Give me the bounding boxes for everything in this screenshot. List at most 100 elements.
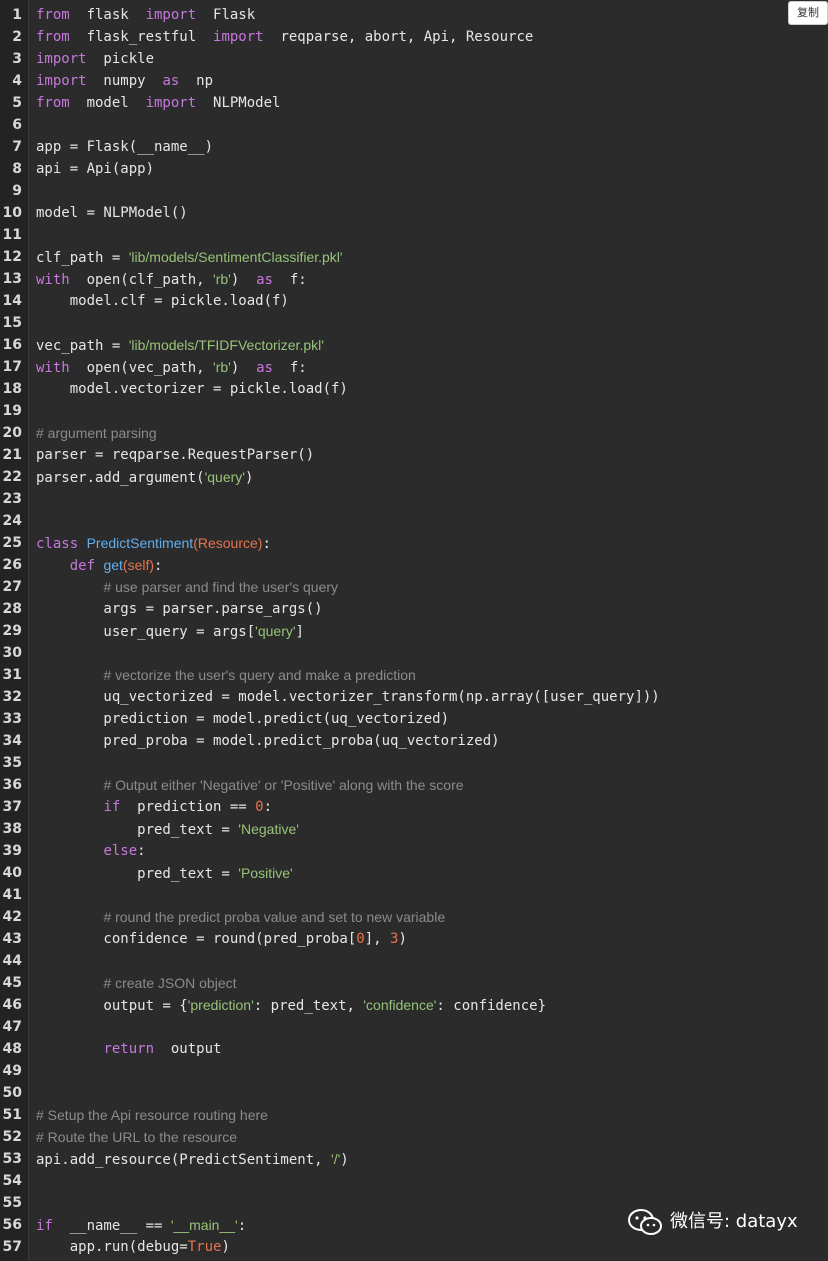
code-token: ): [230, 272, 257, 288]
code-token: 'prediction': [187, 997, 254, 1013]
line-number: 29: [2, 623, 22, 639]
code-token: '/': [331, 1151, 341, 1167]
code-line: 35: [0, 752, 828, 774]
code-token: # use parser and find the user's query: [103, 579, 339, 595]
code-line: 51 # Setup the Api resource routing here: [0, 1104, 828, 1126]
line-number: 52: [2, 1129, 22, 1145]
code-line: 2 from flask_restful import reqparse, abo…: [0, 26, 828, 48]
code-text: parser = reqparse.RequestParser(): [36, 444, 314, 466]
code-text: def get(self):: [36, 554, 163, 577]
code-text: pred_text = 'Negative': [36, 818, 299, 841]
line-number: 4: [12, 73, 22, 89]
line-number: 44: [2, 953, 22, 969]
code-token: PredictSentiment: [86, 535, 194, 551]
code-token: import: [213, 29, 264, 45]
line-number: 54: [2, 1173, 22, 1189]
line-number: 50: [2, 1085, 22, 1101]
code-token: def: [69, 558, 104, 574]
code-token: 'lib/models/TFIDFVectorizer.pkl': [128, 337, 324, 353]
line-number: 11: [2, 227, 22, 243]
line-number: 37: [2, 799, 22, 815]
code-line: 42 # round the predict proba value and s…: [0, 906, 828, 928]
code-token: ]: [295, 624, 304, 640]
code-line: 22 parser.add_argument('query'): [0, 466, 828, 488]
code-token: # vectorize the user's query and make a …: [103, 667, 416, 683]
code-text: model.vectorizer = pickle.load(f): [36, 378, 348, 400]
code-token: api.add_resource(PredictSentiment,: [36, 1152, 332, 1168]
line-number: 8: [12, 161, 22, 177]
code-text: app.run(debug=True): [36, 1236, 230, 1258]
code-token: # argument parsing: [36, 425, 157, 441]
code-token: with: [36, 360, 70, 376]
code-text: return output: [36, 1038, 221, 1060]
code-line: 28 args = parser.parse_args(): [0, 598, 828, 620]
line-number: 27: [2, 579, 22, 595]
code-line: 49: [0, 1060, 828, 1082]
line-number: 42: [2, 909, 22, 925]
code-line: 44: [0, 950, 828, 972]
line-number: 10: [2, 205, 22, 221]
line-number: 31: [2, 667, 22, 683]
watermark-text: 微信号: datayx: [670, 1211, 798, 1232]
code-text: parser.add_argument('query'): [36, 466, 253, 489]
code-line: 47: [0, 1016, 828, 1038]
code-line: 29 user_query = args['query']: [0, 620, 828, 642]
line-number: 56: [2, 1217, 22, 1233]
code-token: args = parser.parse_args(): [36, 601, 323, 617]
code-token: as: [256, 360, 273, 376]
code-text: output = {'prediction': pred_text, 'conf…: [36, 994, 546, 1017]
code-token: ],: [364, 931, 391, 947]
code-token: (self): [122, 557, 155, 573]
code-token: prediction ==: [120, 799, 256, 815]
code-token: f:: [272, 272, 307, 288]
watermark: 微信号: datayx: [626, 1208, 816, 1238]
code-line: 31 # vectorize the user's query and make…: [0, 664, 828, 686]
code-text: # Route the URL to the resource: [36, 1126, 237, 1149]
code-token: confidence = round(pred_proba[: [36, 931, 357, 947]
line-number: 46: [2, 997, 22, 1013]
code-token: NLPModel: [196, 95, 281, 111]
line-number: 55: [2, 1195, 22, 1211]
code-token: (Resource): [193, 535, 263, 551]
line-number: 38: [2, 821, 22, 837]
code-token: 'query': [204, 469, 245, 485]
line-number: 21: [2, 447, 22, 463]
code-text: # vectorize the user's query and make a …: [36, 664, 416, 687]
code-line: 41: [0, 884, 828, 906]
code-token: model = NLPModel(): [36, 205, 188, 221]
code-token: api = Api(app): [36, 161, 155, 177]
copy-button[interactable]: 复制: [788, 1, 828, 25]
line-number: 57: [2, 1239, 22, 1255]
code-line: 6: [0, 114, 828, 136]
line-number: 43: [2, 931, 22, 947]
code-token: output = {: [36, 998, 188, 1014]
code-line: 8 api = Api(app): [0, 158, 828, 180]
code-line: 4 import numpy as np: [0, 70, 828, 92]
code-token: ): [230, 360, 257, 376]
code-token: as: [256, 272, 273, 288]
line-number: 48: [2, 1041, 22, 1057]
code-token: reqparse, abort, Api, Resource: [263, 29, 534, 45]
line-number: 14: [2, 293, 22, 309]
line-number: 28: [2, 601, 22, 617]
code-token: model.vectorizer = pickle.load(f): [36, 381, 348, 397]
code-text: vec_path = 'lib/models/TFIDFVectorizer.p…: [36, 334, 324, 357]
code-text: user_query = args['query']: [36, 620, 304, 643]
code-token: import: [145, 7, 197, 23]
line-number: 9: [12, 183, 22, 199]
line-number: 47: [2, 1019, 22, 1035]
code-text: import pickle: [36, 48, 154, 70]
code-token: parser.add_argument(: [36, 470, 205, 486]
line-number: 33: [2, 711, 22, 727]
code-text: if __name__ == '__main__':: [36, 1214, 246, 1237]
code-token: from: [36, 7, 70, 23]
code-line: 13 with open(clf_path, 'rb') as f:: [0, 268, 828, 290]
line-number: 24: [2, 513, 22, 529]
line-number: 32: [2, 689, 22, 705]
code-block: 1 from flask import Flask 2 from flask_rest…: [0, 0, 828, 1261]
code-token: if: [103, 799, 121, 815]
